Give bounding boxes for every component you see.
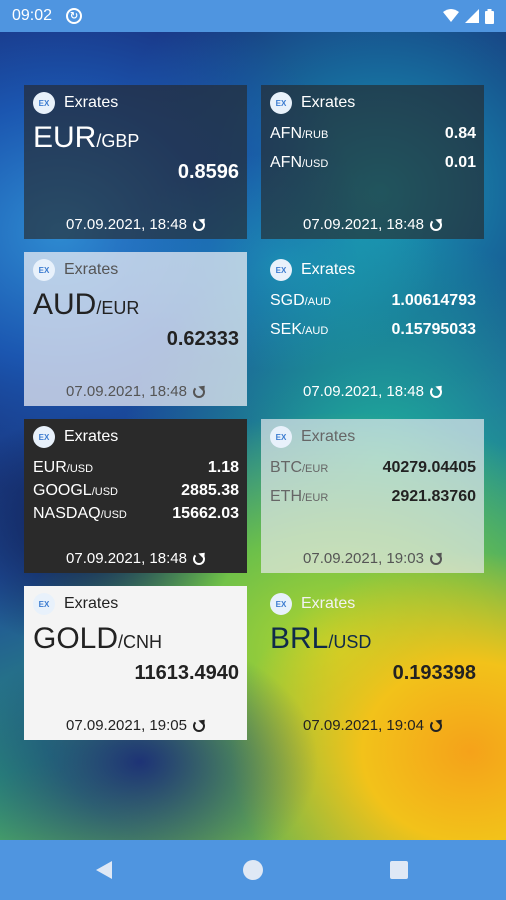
refresh-icon[interactable] [429,385,442,398]
battery-icon [485,8,494,24]
currency-pair: EUR/GBP [33,121,140,154]
widget-app-name: Exrates [64,94,119,111]
widget-app-name: Exrates [301,94,356,111]
update-time[interactable]: 07.09.2021, 18:48 [24,216,247,233]
sync-icon: ↻ [66,8,83,24]
widget-gold-cnh[interactable]: EX Exrates GOLD/CNH 11613.4940 07.09.2021… [24,586,247,740]
exrates-logo-icon: EX [33,593,55,615]
recents-icon[interactable] [390,861,408,879]
refresh-icon[interactable] [429,552,442,565]
update-time[interactable]: 07.09.2021, 18:48 [24,550,247,567]
widget-afn[interactable]: EX Exrates AFN/RUB 0.84 AFN/USD 0.01 07.09.… [261,85,484,239]
currency-pair: AUD/EUR [33,288,140,321]
exrates-logo-icon: EX [270,92,292,114]
widget-app-name: Exrates [301,261,356,278]
list-item: EUR/USD 1.18 [33,459,239,476]
update-time[interactable]: 07.09.2021, 19:04 [261,717,484,734]
widget-brl-usd[interactable]: EX Exrates BRL/USD 0.193398 07.09.2021, 1… [261,586,484,740]
list-item: BTC/EUR 40279.04405 [270,459,476,476]
rate-value: 0.193398 [392,662,476,684]
rate-list: SGD/AUD 1.00614793 SEK/AUD 0.15795033 [270,292,476,350]
refresh-icon[interactable] [192,385,205,398]
refresh-icon[interactable] [192,218,205,231]
status-time: 09:02 [12,7,53,24]
widget-app-name: Exrates [64,595,119,612]
exrates-logo-icon: EX [270,593,292,615]
update-time[interactable]: 07.09.2021, 18:48 [261,383,484,400]
update-time[interactable]: 07.09.2021, 18:48 [261,216,484,233]
refresh-icon[interactable] [429,218,442,231]
currency-pair: BRL/USD [270,622,372,655]
currency-pair: GOLD/CNH [33,622,163,655]
exrates-logo-icon: EX [33,426,55,448]
refresh-icon[interactable] [192,552,205,565]
refresh-icon[interactable] [192,719,205,732]
list-item: SGD/AUD 1.00614793 [270,292,476,309]
rate-list: EUR/USD 1.18 GOOGL/USD 2885.38 NASDAQ/USD 1… [33,459,239,528]
signal-icon [465,9,479,23]
list-item: NASDAQ/USD 15662.03 [33,505,239,522]
exrates-logo-icon: EX [270,426,292,448]
widget-stocks[interactable]: EX Exrates EUR/USD 1.18 GOOGL/USD 2885.38 N… [24,419,247,573]
list-item: SEK/AUD 0.15795033 [270,321,476,338]
widget-sgd-sek[interactable]: EX Exrates SGD/AUD 1.00614793 SEK/AUD 0.157… [261,252,484,406]
list-item: ETH/EUR 2921.83760 [270,488,476,505]
wifi-icon [443,9,459,22]
widget-app-name: Exrates [301,595,356,612]
rate-value: 0.62333 [166,328,239,350]
widget-app-name: Exrates [64,261,119,278]
rate-value: 11613.4940 [134,662,239,684]
exrates-logo-icon: EX [33,259,55,281]
status-bar: 09:02 ↻ [0,0,506,32]
list-item: AFN/RUB 0.84 [270,125,476,142]
widget-app-name: Exrates [301,428,356,445]
widget-eur-gbp[interactable]: EX Exrates EUR/GBP 0.8596 07.09.2021, 18:… [24,85,247,239]
list-item: GOOGL/USD 2885.38 [33,482,239,499]
home-icon[interactable] [243,860,263,880]
refresh-icon[interactable] [429,719,442,732]
list-item: AFN/USD 0.01 [270,154,476,171]
update-time[interactable]: 07.09.2021, 19:05 [24,717,247,734]
rate-list: BTC/EUR 40279.04405 ETH/EUR 2921.83760 [270,459,476,517]
exrates-logo-icon: EX [270,259,292,281]
rate-list: AFN/RUB 0.84 AFN/USD 0.01 [270,125,476,183]
navigation-bar [0,840,506,900]
rate-value: 0.8596 [177,161,239,183]
widget-app-name: Exrates [64,428,119,445]
update-time[interactable]: 07.09.2021, 18:48 [24,383,247,400]
back-icon[interactable] [96,861,112,879]
update-time[interactable]: 07.09.2021, 19:03 [261,550,484,567]
widget-aud-eur[interactable]: EX Exrates AUD/EUR 0.62333 07.09.2021, 18… [24,252,247,406]
widget-crypto[interactable]: EX Exrates BTC/EUR 40279.04405 ETH/EUR 2921… [261,419,484,573]
exrates-logo-icon: EX [33,92,55,114]
